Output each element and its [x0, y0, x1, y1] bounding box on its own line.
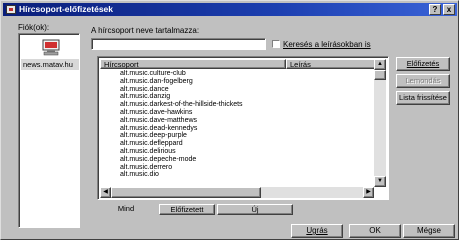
search-descriptions-checkbox[interactable]: [272, 40, 280, 48]
list-item[interactable]: alt.music.danzig: [100, 93, 375, 101]
newsgroup-rows: alt.music.culture-club alt.music.dan-fog…: [100, 70, 375, 185]
newsgroup-window-icon: [6, 5, 16, 14]
tab-subscribed[interactable]: Előfizetett: [159, 204, 215, 215]
scroll-right-icon[interactable]: ▶: [363, 187, 374, 198]
news-server-icon: [42, 39, 60, 56]
list-item[interactable]: alt.music.culture-club: [100, 70, 375, 78]
window-title: Hírcsoport-előfizetések: [19, 4, 113, 14]
newsgroup-subscriptions-dialog: Hírcsoport-előfizetések ? x Fiók(ok): ne…: [0, 0, 459, 240]
search-descriptions-label[interactable]: Keresés a leírásokban is: [283, 40, 371, 49]
column-header-description[interactable]: Leírás: [286, 59, 376, 69]
subscribe-button[interactable]: Előfizetés: [396, 57, 450, 71]
list-item[interactable]: alt.music.dance: [100, 86, 375, 94]
close-button[interactable]: x: [443, 4, 455, 15]
list-item[interactable]: alt.music.delirious: [100, 148, 375, 156]
scroll-up-icon[interactable]: ▲: [374, 59, 386, 70]
list-item[interactable]: alt.music.deep-purple: [100, 132, 375, 140]
newsgroup-list[interactable]: Hírcsoport Leírás alt.music.culture-club…: [97, 56, 389, 200]
list-item[interactable]: alt.music.dan-fogelberg: [100, 78, 375, 86]
newsgroup-search-input[interactable]: [91, 38, 266, 50]
title-bar: Hírcsoport-előfizetések ? x: [3, 3, 457, 16]
search-label: A hírcsoport neve tartalmazza:: [91, 26, 200, 35]
goto-button[interactable]: Ugrás: [291, 224, 343, 238]
reset-list-button[interactable]: Lista frissítése: [396, 91, 450, 105]
scroll-left-icon[interactable]: ◀: [100, 187, 111, 198]
ok-button[interactable]: OK: [349, 224, 401, 238]
column-header-newsgroup[interactable]: Hírcsoport: [100, 59, 286, 69]
list-item[interactable]: alt.music.darkest-of-the-hillside-thicke…: [100, 101, 375, 109]
cancel-button[interactable]: Mégse: [403, 224, 455, 238]
accounts-list[interactable]: news.matav.hu: [18, 33, 80, 228]
help-button[interactable]: ?: [429, 4, 441, 15]
unsubscribe-button[interactable]: Lemondás: [396, 74, 450, 88]
vertical-scroll-thumb[interactable]: [374, 70, 386, 80]
list-item[interactable]: alt.music.dead-kennedys: [100, 125, 375, 133]
list-item[interactable]: alt.music.depeche-mode: [100, 156, 375, 164]
list-item[interactable]: alt.music.defleppard: [100, 140, 375, 148]
horizontal-scroll-thumb[interactable]: [111, 187, 261, 198]
list-item[interactable]: alt.music.dave-matthews: [100, 117, 375, 125]
horizontal-scrollbar[interactable]: ◀ ▶: [100, 187, 374, 198]
account-item-label: news.matav.hu: [23, 60, 73, 69]
list-item[interactable]: alt.music.dio: [100, 171, 375, 179]
tab-new[interactable]: Új: [217, 204, 293, 215]
accounts-label: Fiók(ok):: [18, 23, 50, 32]
tab-all[interactable]: Mind: [97, 204, 155, 215]
list-item[interactable]: alt.music.dave-hawkins: [100, 109, 375, 117]
list-item[interactable]: alt.music.derrero: [100, 164, 375, 172]
scroll-down-icon[interactable]: ▼: [374, 176, 386, 187]
vertical-scrollbar[interactable]: ▲ ▼: [374, 59, 386, 187]
